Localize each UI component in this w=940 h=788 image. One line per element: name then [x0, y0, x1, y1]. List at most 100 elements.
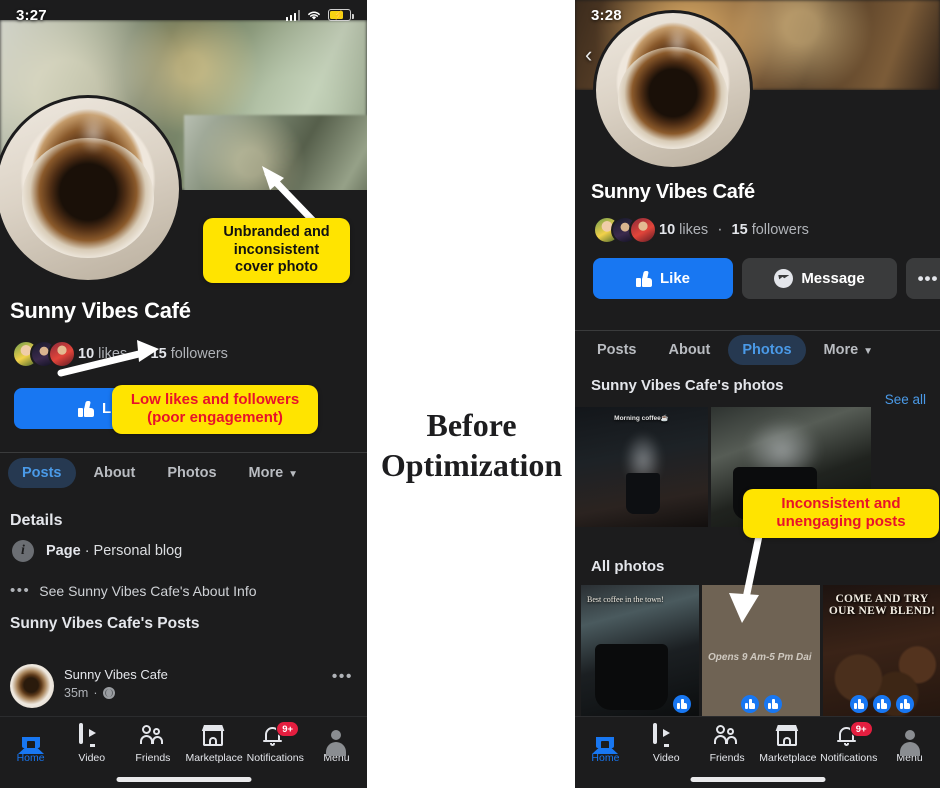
thumbs-up-icon	[673, 695, 691, 713]
details-heading: Details	[10, 512, 63, 529]
status-badge: 9+	[849, 721, 873, 737]
nav-item-notifications[interactable]: 9+ Notifications	[818, 721, 879, 764]
tab-about[interactable]: About	[655, 335, 725, 365]
stat-separator: ·	[136, 345, 142, 362]
tab-photos[interactable]: Photos	[153, 458, 230, 488]
comparison-label-line2: Optimization	[380, 447, 563, 483]
status-bar-right: 3:28	[575, 0, 940, 30]
about-info-link[interactable]: ••• See Sunny Vibes Cafe's About Info	[10, 582, 257, 599]
photo-caption: Morning coffee☕	[614, 415, 669, 422]
cellular-signal-icon	[285, 9, 300, 21]
thumbs-up-icon	[873, 695, 891, 713]
chevron-down-icon: ▼	[863, 345, 874, 357]
photo-grid-all: Best coffee in the town! Opens 9 Am-5 Pm…	[581, 585, 940, 718]
home-indicator	[690, 777, 825, 782]
more-options-button[interactable]: •••	[906, 258, 940, 299]
action-buttons-right: Like Message •••	[593, 258, 940, 299]
followers-stat[interactable]: 15 followers	[151, 346, 228, 362]
nav-item-marketplace[interactable]: Marketplace	[757, 725, 818, 764]
nav-item-home[interactable]: Home	[0, 725, 61, 764]
status-icons: ⚡	[285, 9, 354, 21]
thumbs-up-icon	[740, 695, 759, 713]
home-indicator	[116, 777, 251, 782]
tab-more[interactable]: More ▼	[810, 335, 888, 365]
followers-facepile	[12, 340, 76, 368]
stat-separator: ·	[717, 221, 723, 238]
bottom-nav-right: Home Video Friends Marketplace 9+ Notifi…	[575, 716, 940, 788]
photo-thumbnail[interactable]: COME AND TRY OUR NEW BLEND!	[823, 585, 940, 718]
photo-caption: COME AND TRY OUR NEW BLEND!	[828, 593, 936, 618]
post-meta: 35m ·	[64, 686, 115, 700]
profile-tabs-left: Posts About Photos More ▼	[0, 452, 367, 492]
globe-icon	[102, 687, 115, 699]
tab-about[interactable]: About	[80, 458, 150, 488]
thumbs-up-icon	[635, 270, 652, 287]
comparison-stage: 3:27 ⚡ Sunny Vibes Café 10 likes · 15 fo…	[0, 0, 940, 788]
tab-photos[interactable]: Photos	[728, 334, 806, 365]
photo-caption: Best coffee in the town!	[587, 595, 664, 604]
home-icon	[592, 725, 619, 754]
reaction-badges	[823, 695, 940, 713]
reaction-badges	[702, 695, 820, 713]
video-icon	[653, 723, 670, 747]
thumbs-up-icon	[850, 695, 868, 713]
status-time: 3:27	[16, 6, 47, 24]
likes-stat[interactable]: 10 likes	[78, 346, 127, 362]
page-title-right: Sunny Vibes Café	[591, 181, 755, 203]
nav-item-menu[interactable]: Menu	[306, 725, 367, 764]
photos-section-heading: Sunny Vibes Cafe's photos	[591, 377, 784, 394]
message-button[interactable]: Message	[742, 258, 897, 299]
thumbs-up-icon	[763, 695, 782, 713]
tab-posts[interactable]: Posts	[583, 335, 651, 365]
nav-item-video[interactable]: Video	[61, 723, 122, 764]
tab-more[interactable]: More ▼	[235, 458, 313, 488]
messenger-icon	[774, 269, 794, 288]
nav-item-menu[interactable]: Menu	[879, 725, 940, 764]
photo-thumbnail[interactable]: Opens 9 Am-5 Pm Dai	[702, 585, 820, 718]
ellipsis-icon: •••	[10, 582, 31, 599]
likes-stat[interactable]: 10 likes	[659, 222, 708, 238]
reaction-badges	[581, 695, 699, 713]
status-badge: 9+	[276, 721, 300, 737]
status-bar-left: 3:27 ⚡	[0, 0, 367, 30]
see-all-link[interactable]: See all	[885, 392, 926, 407]
chevron-down-icon: ▼	[288, 468, 299, 480]
back-chevron-icon[interactable]: ‹	[585, 44, 605, 66]
video-icon	[78, 723, 95, 747]
post-menu-button[interactable]: •••	[332, 668, 353, 686]
followers-stat[interactable]: 15 followers	[732, 222, 809, 238]
profile-picture-left[interactable]	[0, 95, 182, 283]
nav-item-friends[interactable]: Friends	[122, 725, 183, 764]
nav-item-friends[interactable]: Friends	[697, 725, 758, 764]
nav-item-home[interactable]: Home	[575, 725, 636, 764]
photo-thumbnail[interactable]: Best coffee in the town!	[581, 585, 699, 718]
comparison-label-line1: Before	[426, 407, 517, 443]
all-photos-heading: All photos	[591, 558, 665, 575]
callout-posts: Inconsistent and unengaging posts	[743, 489, 939, 538]
posts-heading: Sunny Vibes Cafe's Posts	[10, 615, 200, 632]
home-icon	[17, 725, 44, 754]
like-button[interactable]: Like	[593, 258, 733, 299]
nav-item-marketplace[interactable]: Marketplace	[184, 725, 245, 764]
right-phone-screenshot: 3:28 ‹ Sunny Vibes Café 10 likes · 15 fo…	[575, 0, 940, 788]
avatar[interactable]	[10, 664, 54, 708]
nav-item-video[interactable]: Video	[636, 723, 697, 764]
cover-photo-inset-image	[183, 115, 367, 190]
post-card[interactable]: Sunny Vibes Cafe 35m · •••	[0, 660, 367, 722]
profile-picture-right[interactable]	[593, 10, 753, 170]
wifi-icon	[308, 11, 320, 20]
followers-facepile	[593, 216, 657, 244]
callout-engagement: Low likes and followers (poor engagement…	[112, 385, 318, 434]
nav-item-notifications[interactable]: 9+ Notifications	[245, 721, 306, 764]
battery-charging-icon: ⚡	[328, 9, 354, 21]
photo-thumbnail[interactable]: Morning coffee☕	[575, 407, 708, 527]
status-time: 3:28	[591, 6, 622, 24]
page-stats-right: 10 likes · 15 followers	[593, 216, 809, 244]
post-author[interactable]: Sunny Vibes Cafe	[64, 667, 168, 682]
photo-caption: Opens 9 Am-5 Pm Dai	[708, 651, 812, 663]
page-category-text: Page · Personal blog	[46, 543, 183, 559]
tab-posts[interactable]: Posts	[8, 457, 76, 488]
page-category-row: i Page · Personal blog	[12, 540, 182, 562]
info-icon: i	[12, 540, 34, 562]
page-title-left: Sunny Vibes Café	[10, 298, 191, 323]
